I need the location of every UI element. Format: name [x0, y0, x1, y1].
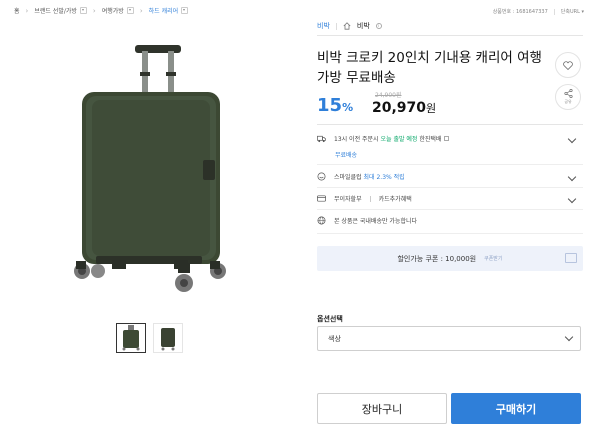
share-button[interactable]: 공유 — [555, 84, 581, 110]
shortcut-url-link[interactable]: 단축URL ▾ — [561, 8, 584, 15]
breadcrumb-label: 여행가방 — [101, 8, 124, 15]
thumbnail-list — [116, 323, 183, 353]
breadcrumb-category-3[interactable]: 하드 캐리어 — [149, 6, 189, 15]
breadcrumb-label: 하드 캐리어 — [148, 8, 179, 15]
share-label: 공유 — [564, 99, 572, 104]
delivery-today: 오늘 출발 예정 — [380, 136, 418, 143]
card-icon — [317, 195, 326, 202]
chevron-down-icon[interactable] — [79, 7, 87, 14]
chevron-down-icon[interactable] — [126, 7, 134, 14]
thumbnail-front[interactable] — [116, 323, 146, 353]
breadcrumb-separator: › — [92, 6, 96, 15]
coupon-download-link[interactable]: 쿠폰받기 — [484, 255, 502, 262]
sale-price: 20,970원 — [372, 100, 436, 116]
divider — [369, 195, 371, 202]
free-shipping-label: 무료배송 — [335, 152, 358, 159]
suitcase-thumb-icon — [122, 325, 140, 351]
product-number: 상품번호 : 1681647337 — [492, 9, 548, 15]
divider — [317, 187, 583, 188]
breadcrumb-separator: › — [139, 6, 143, 15]
brand-link[interactable]: 비박 — [317, 21, 330, 31]
add-to-cart-button[interactable]: 장바구니 — [317, 393, 447, 424]
membership-prefix: 스마일클럽 — [334, 174, 362, 181]
color-select[interactable]: 색상 — [317, 326, 581, 351]
membership-rate: 최대 2.3% 적립 — [363, 174, 405, 181]
suitcase-image — [74, 45, 226, 292]
brand-row: 비박 비박 i — [317, 21, 382, 31]
divider — [317, 209, 583, 210]
chevron-down-icon[interactable] — [567, 172, 577, 181]
coupon-icon — [565, 253, 577, 263]
coupon-text: 할인가능 쿠폰 : 10,000원 — [397, 254, 477, 263]
smile-club-icon — [317, 172, 326, 181]
discount-number: 15 — [317, 95, 343, 116]
price-unit: 원 — [426, 102, 437, 115]
breadcrumb-category-1[interactable]: 브랜드 선발/가방 — [34, 6, 87, 15]
product-title: 비박 크로키 20인치 기내용 캐리어 여행가방 무료배송 — [317, 50, 542, 86]
heart-icon — [563, 60, 573, 70]
buy-now-button[interactable]: 구매하기 — [451, 393, 581, 424]
truck-icon — [317, 135, 326, 143]
breadcrumb: 홈 › 브랜드 선발/가방 › 여행가방 › 하드 캐리어 — [14, 6, 189, 15]
delivery-row[interactable]: 13시 이전 주문시 오늘 출발 예정 한진택배 — [317, 134, 583, 143]
option-title: 옵션선택 — [317, 315, 343, 323]
share-icon — [563, 89, 573, 98]
price-number: 20,970 — [372, 100, 427, 116]
breadcrumb-label: 브랜드 선발/가방 — [34, 8, 77, 15]
breadcrumb-category-2[interactable]: 여행가방 — [102, 6, 134, 15]
membership-row[interactable]: 스마일클럽 최대 2.3% 적립 — [317, 172, 583, 181]
info-icon[interactable] — [444, 136, 450, 141]
chevron-down-icon[interactable] — [181, 7, 189, 14]
store-home-icon — [343, 22, 351, 30]
coupon-banner[interactable]: 할인가능 쿠폰 : 10,000원 쿠폰받기 — [317, 246, 583, 271]
notice-text: 본 상품은 국내배송만 가능합니다 — [334, 218, 418, 225]
color-select-value: 색상 — [328, 334, 341, 343]
discount-unit: % — [342, 101, 354, 114]
thumbnail-side[interactable] — [153, 323, 183, 353]
chevron-down-icon — [564, 332, 574, 342]
chevron-down-icon[interactable] — [567, 194, 577, 203]
divider — [553, 8, 555, 15]
original-price: 24,900원 — [375, 92, 402, 99]
product-main-image — [60, 42, 240, 297]
suitcase-thumb-icon — [161, 328, 175, 351]
divider — [317, 124, 583, 125]
breadcrumb-home[interactable]: 홈 — [14, 6, 20, 15]
shipping-notice-row: 본 상품은 국내배송만 가능합니다 — [317, 216, 583, 225]
discount-rate: 15% — [317, 95, 353, 116]
delivery-prefix: 13시 이전 주문시 — [334, 136, 379, 143]
product-meta: 상품번호 : 1681647337 단축URL ▾ — [493, 8, 584, 15]
store-link[interactable]: 비박 — [357, 21, 370, 31]
installment-row[interactable]: 무이자할부 카드추가혜택 — [317, 194, 583, 203]
delivery-method: 한진택배 — [419, 136, 442, 143]
card-benefit-label: 카드추가혜택 — [378, 196, 412, 203]
shortcut-url-label: 단축URL — [560, 9, 580, 15]
divider — [317, 233, 583, 234]
chevron-down-icon[interactable] — [567, 134, 577, 143]
breadcrumb-separator: › — [25, 6, 29, 15]
divider — [335, 22, 337, 30]
installment-label: 무이자할부 — [334, 196, 362, 203]
wishlist-button[interactable] — [555, 52, 581, 78]
globe-icon — [317, 216, 326, 225]
divider — [317, 164, 583, 165]
divider — [317, 35, 583, 36]
info-icon[interactable]: i — [375, 23, 382, 29]
